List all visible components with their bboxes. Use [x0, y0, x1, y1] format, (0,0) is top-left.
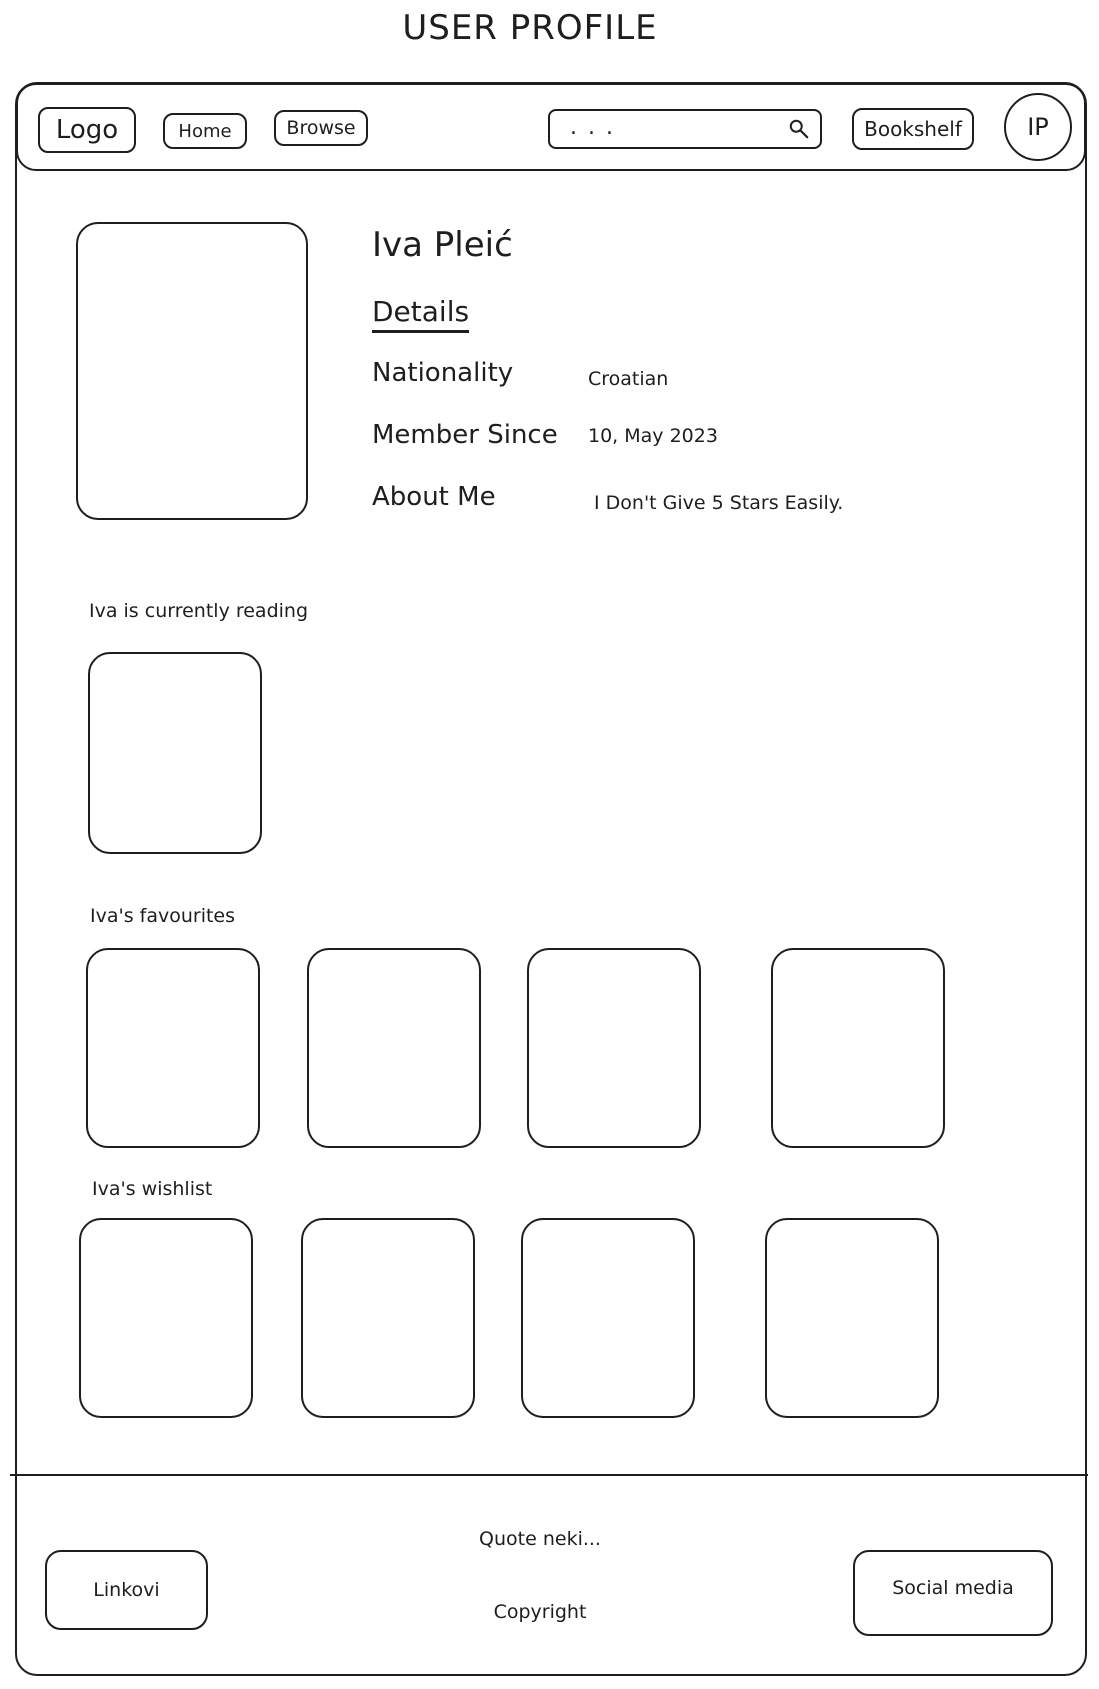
currently-reading-book[interactable]: [88, 652, 262, 854]
member-since-label: Member Since: [372, 420, 558, 450]
member-since-value: 10, May 2023: [588, 425, 718, 447]
browse-button[interactable]: Browse: [274, 110, 368, 146]
wishlist-book[interactable]: [79, 1218, 253, 1418]
profile-photo: [76, 222, 308, 520]
details-heading: Details: [372, 295, 470, 333]
home-button[interactable]: Home: [163, 113, 247, 149]
nationality-label: Nationality: [372, 358, 514, 388]
about-me-value: I Don't Give 5 Stars Easily.: [594, 492, 844, 514]
bookshelf-button[interactable]: Bookshelf: [852, 108, 974, 150]
about-me-label: About Me: [372, 482, 496, 512]
favourite-book[interactable]: [86, 948, 260, 1148]
wishlist-book[interactable]: [301, 1218, 475, 1418]
nationality-value: Croatian: [588, 368, 669, 390]
avatar[interactable]: IP: [1004, 93, 1072, 161]
social-media-button[interactable]: Social media: [853, 1550, 1053, 1636]
search-input[interactable]: . . .: [548, 109, 822, 149]
favourite-book[interactable]: [307, 948, 481, 1148]
search-input-value: . . .: [570, 115, 615, 140]
page-title: USER PROFILE: [402, 8, 658, 48]
wishlist-book[interactable]: [765, 1218, 939, 1418]
footer-copyright: Copyright: [493, 1601, 587, 1623]
wishlist-title: Iva's wishlist: [92, 1178, 213, 1200]
links-button[interactable]: Linkovi: [45, 1550, 208, 1630]
footer-divider: [10, 1474, 1088, 1476]
favourite-book[interactable]: [527, 948, 701, 1148]
favourites-title: Iva's favourites: [90, 905, 236, 927]
currently-reading-title: Iva is currently reading: [89, 600, 309, 622]
wishlist-book[interactable]: [521, 1218, 695, 1418]
favourite-book[interactable]: [771, 948, 945, 1148]
search-icon[interactable]: [788, 118, 810, 140]
logo[interactable]: Logo: [38, 107, 136, 153]
footer-quote: Quote neki...: [479, 1528, 601, 1550]
profile-name: Iva Pleić: [372, 225, 513, 265]
